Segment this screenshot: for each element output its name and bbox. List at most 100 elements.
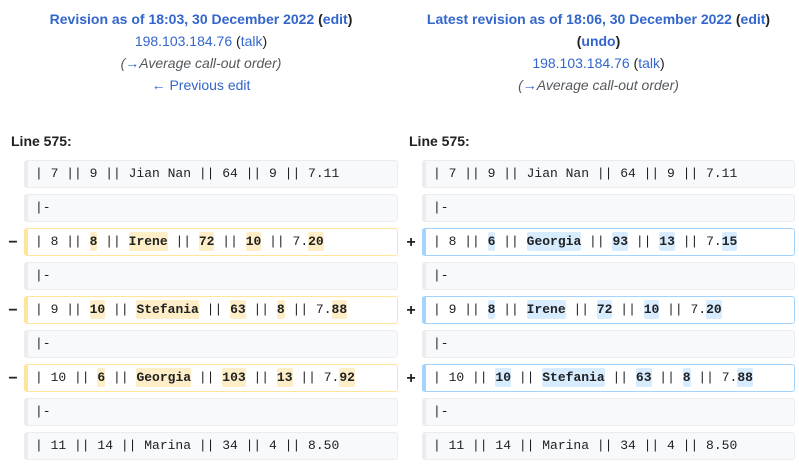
line-text: || [651,370,683,385]
line-text: | 7 || 9 || Jian Nan || 64 || 9 || 7.11 [433,166,738,181]
deleted-word: 92 [339,368,355,387]
line-text: |- [35,200,51,215]
deleted-word: 10 [245,232,262,251]
context-line-old: |- [24,262,398,290]
diff-row-changed: − + | 8 || 8 || Irene || 72 || 10 || 7.20 |… [0,228,799,258]
undo-link[interactable]: undo [581,33,615,49]
diff-row-context: | 7 || 9 || Jian Nan || 64 || 9 || 7.11 |… [0,160,799,190]
deleted-line: | 9 || 10 || Stefania || 63 || 8 || 7.88 [24,296,398,324]
added-line-marker: + [406,370,416,387]
deleted-word: 8 [276,300,285,319]
new-revision-talk-link[interactable]: talk [638,55,660,71]
line-text: | 10 || [433,370,496,385]
added-word: 10 [495,368,512,387]
deleted-line-marker: − [8,302,18,319]
added-word: 13 [659,232,675,251]
line-text: |- [35,336,51,351]
line-text: || [565,302,597,317]
previous-edit-link[interactable]: ← Previous edit [152,77,251,93]
line-text: || [245,370,277,385]
deleted-word: 72 [198,232,215,251]
old-revision-summary-text: Average call-out order [139,55,277,71]
added-line-marker: + [406,234,416,251]
context-line-new: |- [422,330,795,358]
line-text: || [167,234,199,249]
context-line-old: |- [24,398,398,426]
line-text: || [495,234,527,249]
deleted-word: Irene [128,232,168,251]
new-revision-undo-line: (undo) [576,33,621,49]
added-word: 63 [635,368,652,387]
line-text: || 7. [690,370,738,385]
context-line-new: |- [422,262,795,290]
diff-row-changed: − + | 10 || 6 || Georgia || 103 || 13 || 7… [0,364,799,394]
line-text: || [97,234,129,249]
line-text: | 9 || [35,302,90,317]
deleted-word: Stefania [136,300,199,319]
new-revision-user-line: 198.103.184.76 (talk) [532,55,665,71]
old-revision-talk-link[interactable]: talk [241,33,263,49]
line-text: || [214,234,246,249]
line-text: || 7. [284,302,332,317]
deleted-line: | 8 || 8 || Irene || 72 || 10 || 7.20 [24,228,398,256]
line-text: |- [433,200,449,215]
line-text: || [245,302,277,317]
context-line-new: |- [422,398,795,426]
deleted-line: | 10 || 6 || Georgia || 103 || 13 || 7.9… [24,364,398,392]
diff-line-number-right: Line 575: [409,133,470,149]
old-revision-section-arrow-link[interactable]: → [125,55,139,71]
added-word: Stefania [542,368,605,387]
context-line-new: | 7 || 9 || Jian Nan || 64 || 9 || 7.11 [422,160,795,188]
line-text: | 8 || [433,234,488,249]
context-line-old: | 7 || 9 || Jian Nan || 64 || 9 || 7.11 [24,160,398,188]
line-text: || [105,370,137,385]
context-line-old: |- [24,194,398,222]
diff-row-context: |- |- [0,330,799,360]
added-line: | 9 || 8 || Irene || 72 || 10 || 7.20 [422,296,795,324]
deleted-line-marker: − [8,370,18,387]
added-word: Georgia [526,232,582,251]
new-revision-title-link[interactable]: Latest revision as of 18:06, 30 December… [427,11,732,27]
deleted-word: 103 [222,368,246,387]
added-line-marker: + [406,302,416,319]
old-revision-title-link[interactable]: Revision as of 18:03, 30 December 2022 [50,11,315,27]
line-text: | 8 || [35,234,90,249]
line-text: || [191,370,223,385]
line-text: || [105,302,137,317]
context-line-new: |- [422,194,795,222]
added-word: 93 [612,232,629,251]
line-text: | 9 || [433,302,488,317]
context-line-old: | 11 || 14 || Marina || 34 || 4 || 8.50 [24,432,398,460]
line-text: |- [433,336,449,351]
line-text: || [604,370,636,385]
line-text: |- [433,404,449,419]
line-text: || 7. [659,302,707,317]
old-revision-edit-link[interactable]: edit [323,11,348,27]
new-revision-summary-text: Average call-out order [536,77,675,93]
added-word: Irene [526,300,566,319]
new-revision-title-line: Latest revision as of 18:06, 30 December… [426,11,771,27]
deleted-line-marker: − [8,234,18,251]
line-text: || [495,302,527,317]
line-text: | 7 || 9 || Jian Nan || 64 || 9 || 7.11 [35,166,340,181]
line-text: || [628,234,660,249]
added-line: | 8 || 6 || Georgia || 93 || 13 || 7.15 [422,228,795,256]
diff-row-context: |- |- [0,194,799,224]
old-revision-title-line: Revision as of 18:03, 30 December 2022 (… [49,11,353,27]
new-revision-section-arrow-link[interactable]: → [523,77,537,93]
line-text: | 11 || 14 || Marina || 34 || 4 || 8.50 [35,438,340,453]
added-word: 88 [737,368,753,387]
line-text: || [198,302,231,317]
deleted-word: 88 [331,300,348,319]
line-text: | 11 || 14 || Marina || 34 || 4 || 8.50 [433,438,738,453]
old-revision-user-line: 198.103.184.76 (talk) [134,33,268,49]
line-text: | 10 || [35,370,98,385]
diff-row-context: |- |- [0,262,799,292]
new-revision-edit-link[interactable]: edit [741,11,766,27]
line-text: || 7. [261,234,309,249]
old-revision-user-link[interactable]: 198.103.184.76 [135,33,232,49]
diff-row-changed: − + | 9 || 10 || Stefania || 63 || 8 || 7.… [0,296,799,326]
line-text: |- [35,404,51,419]
new-revision-user-link[interactable]: 198.103.184.76 [532,55,629,71]
line-text: || [511,370,543,385]
